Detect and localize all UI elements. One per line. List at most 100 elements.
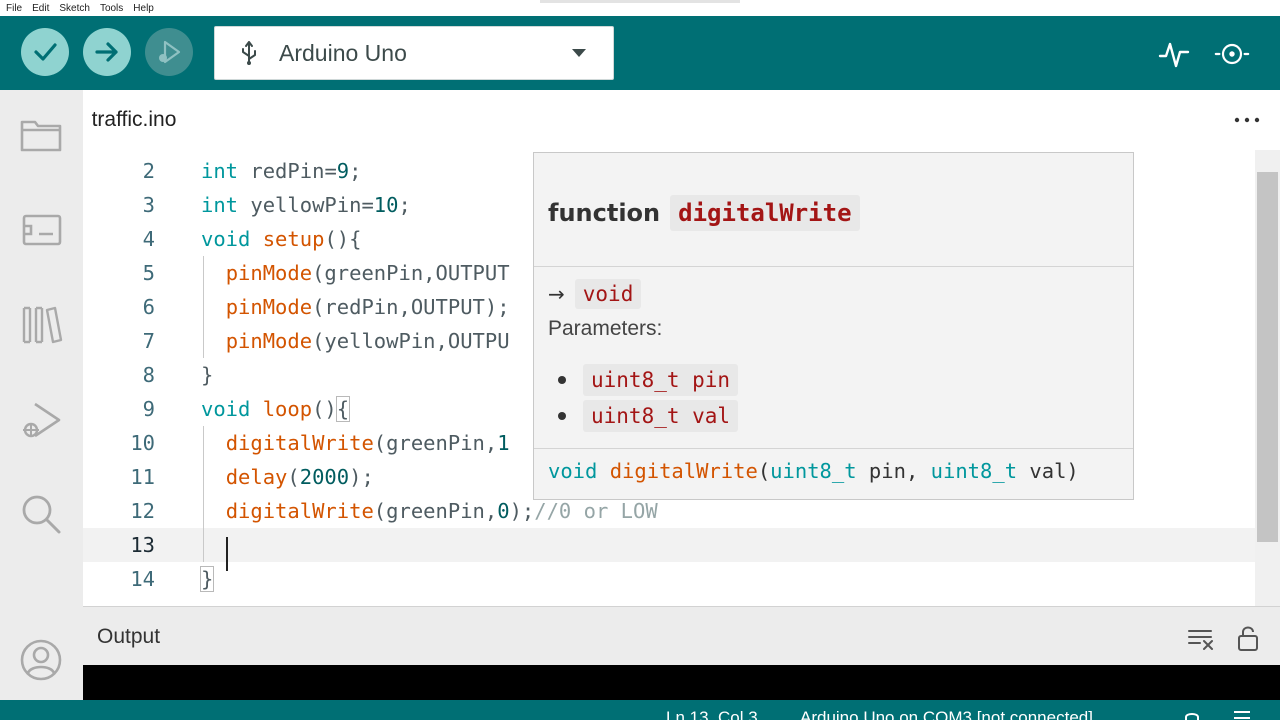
decl-function-name: digitalWrite [609, 459, 758, 483]
output-title: Output [97, 625, 161, 648]
code-line[interactable]: 14} [83, 562, 1255, 596]
serial-plotter-button[interactable] [1156, 36, 1192, 72]
clear-output-button[interactable] [1186, 623, 1216, 653]
bell-icon[interactable] [1182, 708, 1202, 720]
line-number: 8 [142, 363, 155, 387]
board-manager-button[interactable] [17, 206, 65, 254]
serial-monitor-button[interactable] [1214, 36, 1250, 72]
code-text: (greenPin, [373, 431, 498, 455]
board-name: Arduino Uno [279, 39, 407, 66]
parameter-item: uint8_t val [558, 400, 739, 432]
symbol-name: digitalWrite [670, 195, 860, 231]
library-icon [22, 306, 63, 344]
return-arrow: → [548, 282, 565, 306]
code-number: 1 [497, 431, 510, 455]
menu-bar: File Edit Sketch Tools Help [0, 0, 1280, 16]
code-text: int redPin=9; [201, 154, 361, 188]
line-number: 5 [142, 261, 155, 285]
line-number: 6 [142, 295, 155, 319]
code-keyword: int [201, 193, 239, 217]
code-function: pinMode [225, 295, 313, 319]
upload-button[interactable] [83, 28, 131, 76]
line-number: 13 [130, 533, 155, 557]
menu-help[interactable]: Help [133, 3, 154, 14]
notifications-icon[interactable] [1232, 708, 1252, 720]
menu-file[interactable]: File [6, 3, 22, 14]
return-type-row: → void [548, 279, 642, 309]
status-bar: Ln 13, Col 3 Arduino Uno on COM3 [not co… [0, 700, 1280, 720]
board-selector[interactable]: Arduino Uno [214, 26, 614, 80]
code-function: loop [262, 397, 313, 421]
code-number: 10 [373, 193, 399, 217]
text-cursor [226, 537, 228, 571]
sketchbook-button[interactable] [17, 110, 65, 158]
board-status: Arduino Uno on COM3 [not connected] [800, 708, 1093, 720]
hover-signature-header: function digitalWrite [548, 195, 860, 231]
code-text: (){ [324, 227, 362, 251]
editor-scrollbar[interactable] [1255, 150, 1280, 606]
code-text: = [361, 193, 374, 217]
code-comment: //0 or LOW [534, 499, 658, 523]
menu-tools[interactable]: Tools [100, 3, 123, 14]
scroll-lock-button[interactable] [1233, 623, 1263, 653]
code-text: (yellowPin,OUTPU [312, 329, 510, 353]
code-text: redPin [238, 159, 325, 183]
debug-panel-button[interactable] [17, 396, 65, 444]
debug-button[interactable] [145, 28, 193, 76]
code-line[interactable]: 13 [83, 528, 1255, 562]
unlock-icon [1238, 626, 1258, 651]
menu-edit[interactable]: Edit [32, 3, 49, 14]
code-text: ; [349, 159, 362, 183]
serial-monitor-icon [1214, 43, 1250, 65]
verify-button[interactable] [21, 28, 69, 76]
output-console[interactable] [83, 665, 1280, 700]
check-icon [34, 43, 57, 61]
search-icon [22, 495, 61, 534]
code-number: 2000 [299, 465, 350, 489]
library-manager-button[interactable] [17, 300, 65, 348]
parameter-text: uint8_t val [583, 400, 739, 432]
code-text: } [199, 562, 215, 596]
function-declaration: void digitalWrite(uint8_t pin, uint8_t v… [548, 459, 1079, 483]
symbol-kind: function [548, 199, 661, 227]
indent-guide [203, 426, 204, 562]
tab-label: traffic.ino [91, 108, 177, 131]
menu-sketch[interactable]: Sketch [59, 3, 90, 14]
code-keyword: void [201, 227, 251, 251]
bullet [558, 412, 566, 420]
toolbar: Arduino Uno [0, 16, 1280, 90]
scrollbar-thumb[interactable] [1257, 172, 1278, 542]
bullet [558, 376, 566, 384]
code-text: pinMode(yellowPin,OUTPU [201, 324, 510, 358]
code-text: (redPin,OUTPUT); [312, 295, 510, 319]
code-function: digitalWrite [225, 499, 374, 523]
code-text: ); [509, 499, 535, 523]
folder-icon [20, 120, 62, 152]
account-button[interactable] [17, 636, 65, 684]
decl-param-type: uint8_t [770, 459, 857, 483]
output-panel-header: Output [83, 606, 1280, 665]
code-brace: { [335, 396, 351, 422]
debug-icon [159, 40, 181, 64]
return-type: void [574, 279, 642, 309]
code-text: } [201, 358, 213, 392]
code-keyword: int [201, 159, 239, 183]
decl-open-paren: ( [757, 459, 771, 483]
code-text: digitalWrite(greenPin,1 [201, 426, 510, 460]
search-button[interactable] [17, 490, 65, 538]
code-text: pinMode(redPin,OUTPUT); [201, 290, 510, 324]
line-number: 12 [130, 499, 155, 523]
divider [534, 448, 1133, 449]
line-number: 2 [142, 159, 155, 183]
decl-return-type: void [548, 459, 598, 483]
chevron-down-icon [569, 43, 589, 63]
window-title-strip [540, 0, 740, 3]
